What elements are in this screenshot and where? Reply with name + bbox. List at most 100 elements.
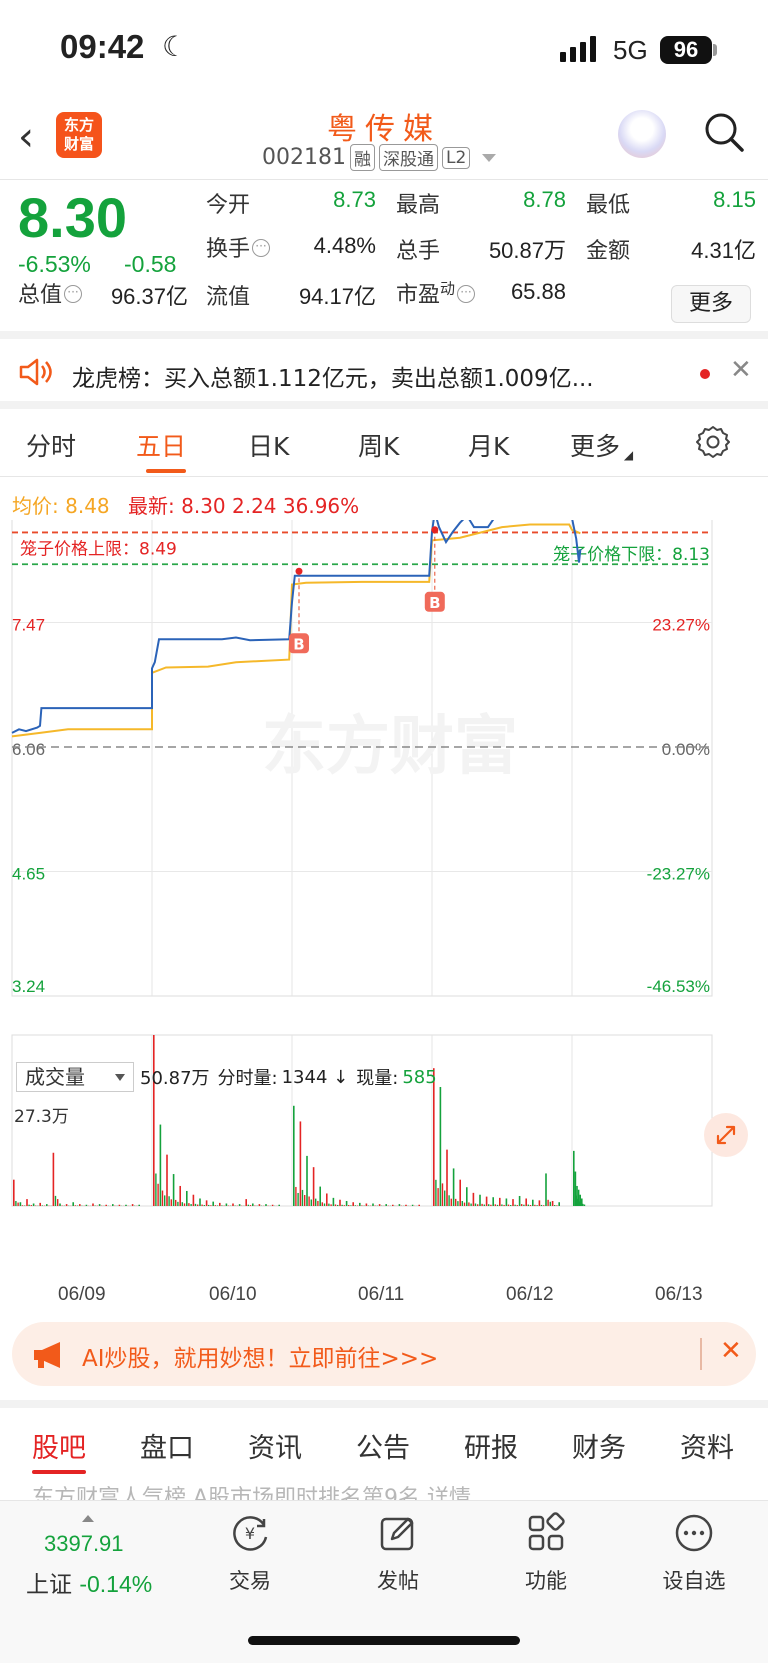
date-label: 06/10 (209, 1284, 257, 1305)
volume-bar (574, 1171, 577, 1206)
date-label: 06/11 (358, 1284, 405, 1305)
volume-total: 50.87万 (140, 1068, 210, 1089)
tab-intraday[interactable]: 分时 (26, 427, 76, 463)
more-dots-icon[interactable]: ··· (457, 285, 476, 303)
chart-info-row: 均价: 8.48 最新: 8.30 2.24 36.96% (12, 490, 359, 519)
tab-announcements[interactable]: 公告 (356, 1426, 410, 1465)
five-day-chart[interactable]: 8.8846.53%7.4723.27%6.060.00%4.65-23.27%… (0, 520, 768, 1280)
tab-profile[interactable]: 资料 (680, 1426, 734, 1465)
volume-bar (265, 1204, 267, 1206)
volume-bar (54, 1195, 57, 1206)
volume-bar (372, 1203, 374, 1206)
more-button[interactable]: 更多 (671, 285, 751, 323)
upper-limit-label: 笼子价格上限：8.49 (20, 539, 177, 559)
volume-bar (210, 1205, 212, 1206)
close-icon[interactable]: ✕ (720, 1336, 742, 1366)
index-value[interactable]: 3397.91 (44, 1531, 124, 1557)
add-watchlist-button[interactable]: 设自选 (644, 1511, 744, 1595)
more-dots-icon[interactable]: ··· (64, 285, 83, 303)
tab-news[interactable]: 资讯 (248, 1426, 302, 1465)
chevron-up-icon[interactable] (82, 1515, 94, 1522)
volume-bar (92, 1203, 94, 1206)
volume-bar (538, 1200, 541, 1206)
tab-financials[interactable]: 财务 (572, 1426, 626, 1465)
volume-bar (317, 1200, 319, 1206)
amount-value: 4.31亿 (691, 238, 756, 263)
add-watchlist-label: 设自选 (662, 1569, 726, 1593)
assistant-avatar[interactable] (618, 110, 666, 158)
volume-bar (481, 1203, 483, 1206)
volume-bar (46, 1204, 48, 1206)
notice-text[interactable]: 龙虎榜：买入总额1.112亿元，卖出总额1.009亿... (72, 359, 594, 393)
volume-bar (301, 1189, 304, 1206)
volume-bar (28, 1204, 30, 1206)
indicator-select[interactable]: 成交量 (16, 1062, 134, 1092)
minute-volume-label: 分时量: (217, 1068, 278, 1089)
volume-bar (551, 1200, 554, 1206)
volume-bar (52, 1152, 55, 1206)
volume-bar (583, 1204, 586, 1206)
volume-bar (112, 1204, 114, 1206)
volume-bar (308, 1196, 310, 1206)
high-label: 最高 (396, 193, 441, 218)
volume-bar (507, 1204, 510, 1206)
volume-bar (365, 1203, 368, 1206)
volume-bar (378, 1204, 381, 1206)
more-dots-icon[interactable]: ··· (252, 239, 271, 257)
expand-icon[interactable] (704, 1113, 748, 1157)
volume-bar (249, 1205, 252, 1206)
float-cap-value: 94.17亿 (298, 284, 376, 309)
ai-banner[interactable]: AI炒股，就用妙想！立即前往>>> ✕ (12, 1322, 756, 1386)
volume-bar (354, 1205, 356, 1206)
ai-banner-text[interactable]: AI炒股，就用妙想！立即前往>>> (82, 1339, 438, 1373)
volume-bar (470, 1203, 472, 1206)
volume-bar (444, 1190, 446, 1206)
volume-bar (448, 1195, 450, 1206)
gear-icon[interactable] (696, 425, 730, 459)
function-button[interactable]: 功能 (496, 1511, 596, 1595)
trade-label: 交易 (229, 1569, 271, 1593)
tab-order-book[interactable]: 盘口 (140, 1426, 194, 1465)
moon-icon: ☾ (162, 30, 188, 63)
post-icon (380, 1517, 414, 1551)
market-cap-label: 总值 ··· (18, 277, 83, 309)
index-name[interactable]: 上证 -0.14% (26, 1565, 152, 1599)
tab-monthly-k[interactable]: 月K (468, 427, 509, 463)
notice-bar[interactable]: 龙虎榜：买入总额1.112亿元，卖出总额1.009亿... ✕ (0, 339, 768, 409)
trade-button[interactable]: ¥ 交易 (200, 1511, 300, 1595)
y-tick-left: 3.24 (12, 977, 45, 996)
volume-bar (418, 1204, 420, 1206)
low-value: 8.15 (713, 187, 756, 212)
volume-bar (219, 1202, 221, 1206)
volume-bar (181, 1202, 183, 1206)
tag-level2: L2 (441, 146, 471, 169)
volume-bar (534, 1204, 536, 1206)
volume-bar (337, 1204, 339, 1206)
tab-forum[interactable]: 股吧 (32, 1426, 86, 1465)
tab-daily-k[interactable]: 日K (248, 427, 289, 463)
volume-bar (312, 1167, 315, 1206)
close-icon[interactable]: ✕ (730, 355, 752, 385)
volume-bar (468, 1202, 470, 1206)
volume-bar (518, 1195, 521, 1206)
tab-research[interactable]: 研报 (464, 1426, 518, 1465)
volume-bar (576, 1185, 578, 1206)
volume-bar (543, 1205, 545, 1206)
volume-bar (321, 1202, 323, 1206)
content-tabs: 股吧 盘口 资讯 公告 研报 财务 资料 (0, 1400, 768, 1474)
speaker-icon (19, 358, 52, 386)
volume-bar (26, 1199, 28, 1206)
volume-plot-frame (11, 1034, 713, 1207)
battery-tip (713, 44, 717, 56)
volume-bar (499, 1197, 501, 1206)
search-icon[interactable] (704, 112, 744, 152)
volume-bar (523, 1204, 525, 1206)
volume-bar (168, 1196, 170, 1206)
post-button[interactable]: 发帖 (348, 1511, 448, 1595)
battery-icon: 96 (660, 36, 712, 64)
tab-weekly-k[interactable]: 周K (358, 427, 399, 463)
tab-more[interactable]: 更多 ◢ (570, 427, 633, 463)
tab-five-day[interactable]: 五日 (136, 427, 186, 463)
stock-code-row[interactable]: 002181 融 深股通 L2 (262, 144, 497, 171)
volume-bar (190, 1204, 192, 1206)
